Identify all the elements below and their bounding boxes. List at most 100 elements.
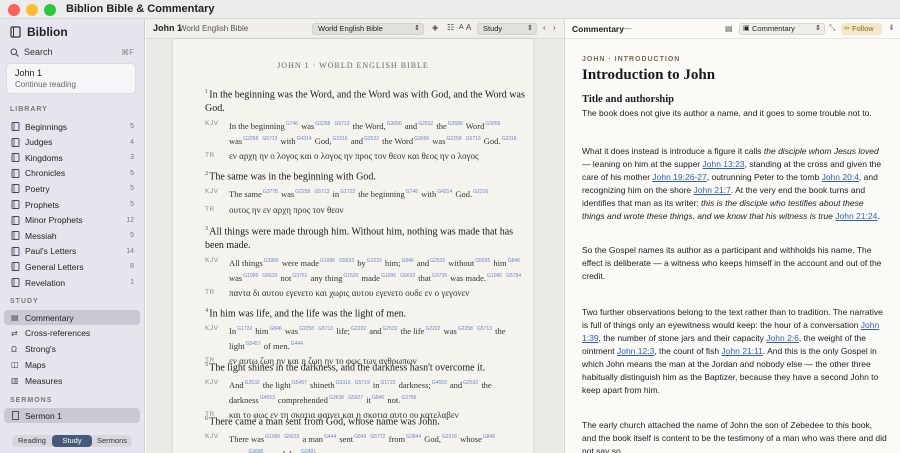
library-icon[interactable]: ▤ bbox=[725, 24, 733, 33]
sidebar-item-sermon-1[interactable]: Sermon 1 bbox=[4, 408, 140, 423]
kjv-word[interactable]: from bbox=[389, 434, 406, 444]
strongs-number[interactable]: G2258 bbox=[299, 326, 314, 332]
strongs-number[interactable]: G2222 bbox=[425, 326, 440, 332]
kjv-word[interactable]: a man bbox=[302, 434, 323, 444]
kjv-word[interactable]: There was bbox=[229, 434, 264, 444]
previous-chapter-icon[interactable]: ‹ bbox=[543, 23, 546, 32]
kjv-word[interactable]: the bbox=[436, 121, 446, 131]
kjv-word[interactable]: in bbox=[373, 380, 380, 390]
verse-text[interactable]: 1In the beginning was the Word, and the … bbox=[205, 85, 525, 116]
kjv-word[interactable]: was bbox=[229, 135, 242, 145]
kjv-word[interactable]: comprehended bbox=[278, 394, 328, 404]
scripture-link[interactable]: John 21:24 bbox=[835, 211, 877, 221]
kjv-word[interactable]: shineth bbox=[310, 380, 335, 390]
kjv-word[interactable]: And bbox=[229, 380, 244, 390]
kjv-word[interactable]: it bbox=[366, 394, 371, 404]
verse-text[interactable]: 2The same was in the beginning with God. bbox=[205, 167, 525, 184]
kjv-word[interactable]: not. bbox=[387, 394, 400, 404]
kjv-word[interactable]: without bbox=[448, 258, 474, 268]
strongs-number[interactable]: G649 bbox=[354, 434, 366, 440]
kjv-word[interactable]: was bbox=[229, 272, 242, 282]
strongs-number[interactable]: G746 bbox=[286, 121, 298, 127]
strongs-number[interactable]: G5713 bbox=[314, 189, 329, 195]
strongs-number[interactable]: G3844 bbox=[406, 434, 421, 440]
strongs-number[interactable]: G4653 bbox=[432, 380, 447, 386]
strongs-number[interactable]: G5633 bbox=[400, 273, 415, 279]
strongs-number[interactable]: G444 bbox=[291, 341, 303, 347]
sidebar-item-maps[interactable]: ◫ Maps bbox=[4, 357, 140, 372]
strongs-number[interactable]: G846 bbox=[269, 326, 281, 332]
strongs-number[interactable]: G2258 bbox=[447, 136, 462, 142]
kjv-word[interactable]: not bbox=[281, 272, 292, 282]
kjv-word[interactable]: was bbox=[285, 326, 298, 336]
sidebar-item-strong-s[interactable]: Ω Strong's bbox=[4, 342, 140, 357]
next-chapter-icon[interactable]: › bbox=[553, 23, 556, 32]
strongs-number[interactable]: G3778 bbox=[263, 189, 278, 195]
strongs-number[interactable]: G5713 bbox=[466, 136, 481, 142]
font-smaller-button[interactable]: A bbox=[459, 24, 464, 31]
strongs-number[interactable]: G5565 bbox=[475, 258, 490, 264]
strongs-number[interactable]: G2638 bbox=[329, 395, 344, 401]
sidebar-item-cross-references[interactable]: ⇄ Cross-references bbox=[4, 326, 140, 341]
strongs-number[interactable]: G3056 bbox=[387, 121, 402, 127]
kjv-word[interactable]: God, bbox=[315, 135, 332, 145]
kjv-word[interactable]: him; bbox=[385, 258, 401, 268]
strongs-number[interactable]: G2532 bbox=[245, 380, 260, 386]
kjv-word[interactable]: darkness; bbox=[399, 380, 431, 390]
strongs-number[interactable]: G3588 bbox=[448, 121, 463, 127]
kjv-word[interactable]: by bbox=[357, 258, 366, 268]
sidebar-item-minor-prophets[interactable]: Minor Prophets 12 bbox=[4, 213, 140, 228]
verse-text[interactable]: 5The light shines in the darkness, and t… bbox=[205, 358, 525, 375]
strongs-number[interactable]: G4314 bbox=[437, 189, 452, 195]
strongs-number[interactable]: G2316 bbox=[473, 189, 488, 195]
strongs-number[interactable]: G1096 bbox=[320, 258, 335, 264]
zoom-window-button[interactable] bbox=[44, 4, 56, 16]
strongs-number[interactable]: G3056 bbox=[414, 136, 429, 142]
sidebar-item-paul-s-letters[interactable]: Paul's Letters 14 bbox=[4, 244, 140, 259]
kjv-word[interactable]: was John. bbox=[267, 448, 301, 453]
search-button[interactable]: Search ⌘F bbox=[10, 45, 134, 59]
sidebar-item-beginnings[interactable]: Beginnings 5 bbox=[4, 119, 140, 134]
kjv-word[interactable]: the light bbox=[263, 380, 291, 390]
kjv-word[interactable]: and bbox=[450, 380, 462, 390]
kjv-word[interactable]: God. bbox=[484, 135, 501, 145]
kjv-word[interactable]: any thing bbox=[311, 272, 343, 282]
translation-select[interactable]: World English Bible ⇕ bbox=[312, 23, 424, 35]
kjv-word[interactable]: with bbox=[421, 189, 436, 199]
kjv-word[interactable]: the Word, bbox=[353, 121, 386, 131]
verse-text[interactable]: 4In him was life, and the life was the l… bbox=[205, 304, 525, 321]
minimize-window-button[interactable] bbox=[26, 4, 38, 16]
strongs-number[interactable]: G1722 bbox=[381, 380, 396, 386]
kjv-word[interactable]: God, bbox=[424, 434, 441, 444]
strongs-number[interactable]: G2532 bbox=[364, 136, 379, 142]
strongs-number[interactable]: G5713 bbox=[262, 136, 277, 142]
scripture-link[interactable]: John 21:7 bbox=[694, 185, 731, 195]
kjv-word[interactable]: life; bbox=[336, 326, 350, 336]
strongs-number[interactable]: G2532 bbox=[463, 380, 478, 386]
strongs-number[interactable]: G2258 bbox=[458, 326, 473, 332]
mode-select[interactable]: Study ⇕ bbox=[477, 23, 537, 35]
kjv-word[interactable]: were made bbox=[282, 258, 319, 268]
kjv-word[interactable]: him bbox=[493, 258, 506, 268]
strongs-number[interactable]: G2532 bbox=[418, 121, 433, 127]
layers-icon[interactable]: ◈ bbox=[432, 23, 438, 32]
strongs-number[interactable]: G2222 bbox=[351, 326, 366, 332]
kjv-word[interactable]: the beginning bbox=[238, 121, 285, 131]
strongs-number[interactable]: G444 bbox=[324, 434, 336, 440]
kjv-word[interactable]: of men. bbox=[264, 340, 290, 350]
verse-text[interactable]: 3All things were made through him. Witho… bbox=[205, 222, 525, 253]
strongs-number[interactable]: G5713 bbox=[334, 121, 349, 127]
strongs-number[interactable]: G3686 bbox=[248, 449, 263, 453]
strongs-number[interactable]: G5772 bbox=[370, 434, 385, 440]
strongs-number[interactable]: G1722 bbox=[237, 326, 252, 332]
strongs-number[interactable]: G5457 bbox=[246, 341, 261, 347]
strongs-number[interactable]: G5457 bbox=[292, 380, 307, 386]
sidebar-item-chronicles[interactable]: Chronicles 5 bbox=[4, 166, 140, 181]
continue-reading-card[interactable]: John 1 Continue reading bbox=[6, 63, 136, 94]
sidebar-item-prophets[interactable]: Prophets 5 bbox=[4, 197, 140, 212]
strongs-number[interactable]: G2491 bbox=[301, 449, 316, 453]
strongs-number[interactable]: G4653 bbox=[260, 395, 275, 401]
scripture-link[interactable]: John 13:23 bbox=[703, 159, 745, 169]
sidebar-item-general-letters[interactable]: General Letters 8 bbox=[4, 259, 140, 274]
mode-study-tab[interactable]: Study bbox=[52, 435, 92, 447]
